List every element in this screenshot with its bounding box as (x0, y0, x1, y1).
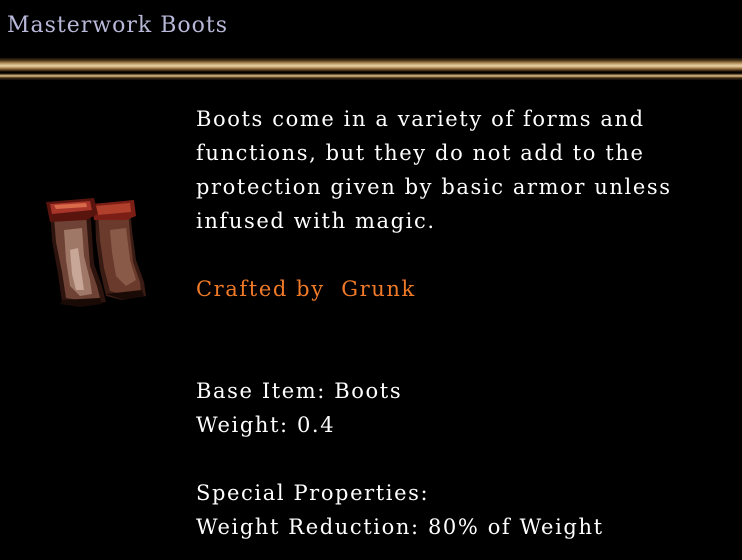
title-divider (0, 58, 742, 80)
crafted-by-label: Crafted by (196, 277, 325, 301)
crafter-name: Grunk (341, 277, 416, 301)
base-item-line: Base Item: Boots (196, 379, 403, 403)
title-bar: Masterwork Boots (0, 0, 742, 58)
special-properties-header: Special Properties: (196, 481, 430, 505)
item-description: Boots come in a variety of forms and fun… (196, 102, 672, 238)
item-stats: Base Item: Boots Weight: 0.4 (196, 374, 402, 442)
item-name-title: Masterwork Boots (7, 13, 229, 38)
special-properties: Special Properties: Weight Reduction: 80… (196, 476, 604, 544)
description-line: protection given by basic armor unless (196, 175, 672, 199)
description-line: Boots come in a variety of forms and (196, 107, 645, 131)
weight-line: Weight: 0.4 (196, 413, 336, 437)
crafted-by-line: Crafted by Grunk (196, 272, 416, 306)
special-property-line: Weight Reduction: 80% of Weight (196, 515, 604, 539)
boots-icon (40, 190, 150, 308)
description-line: functions, but they do not add to the (196, 141, 645, 165)
description-line: infused with magic. (196, 209, 436, 233)
